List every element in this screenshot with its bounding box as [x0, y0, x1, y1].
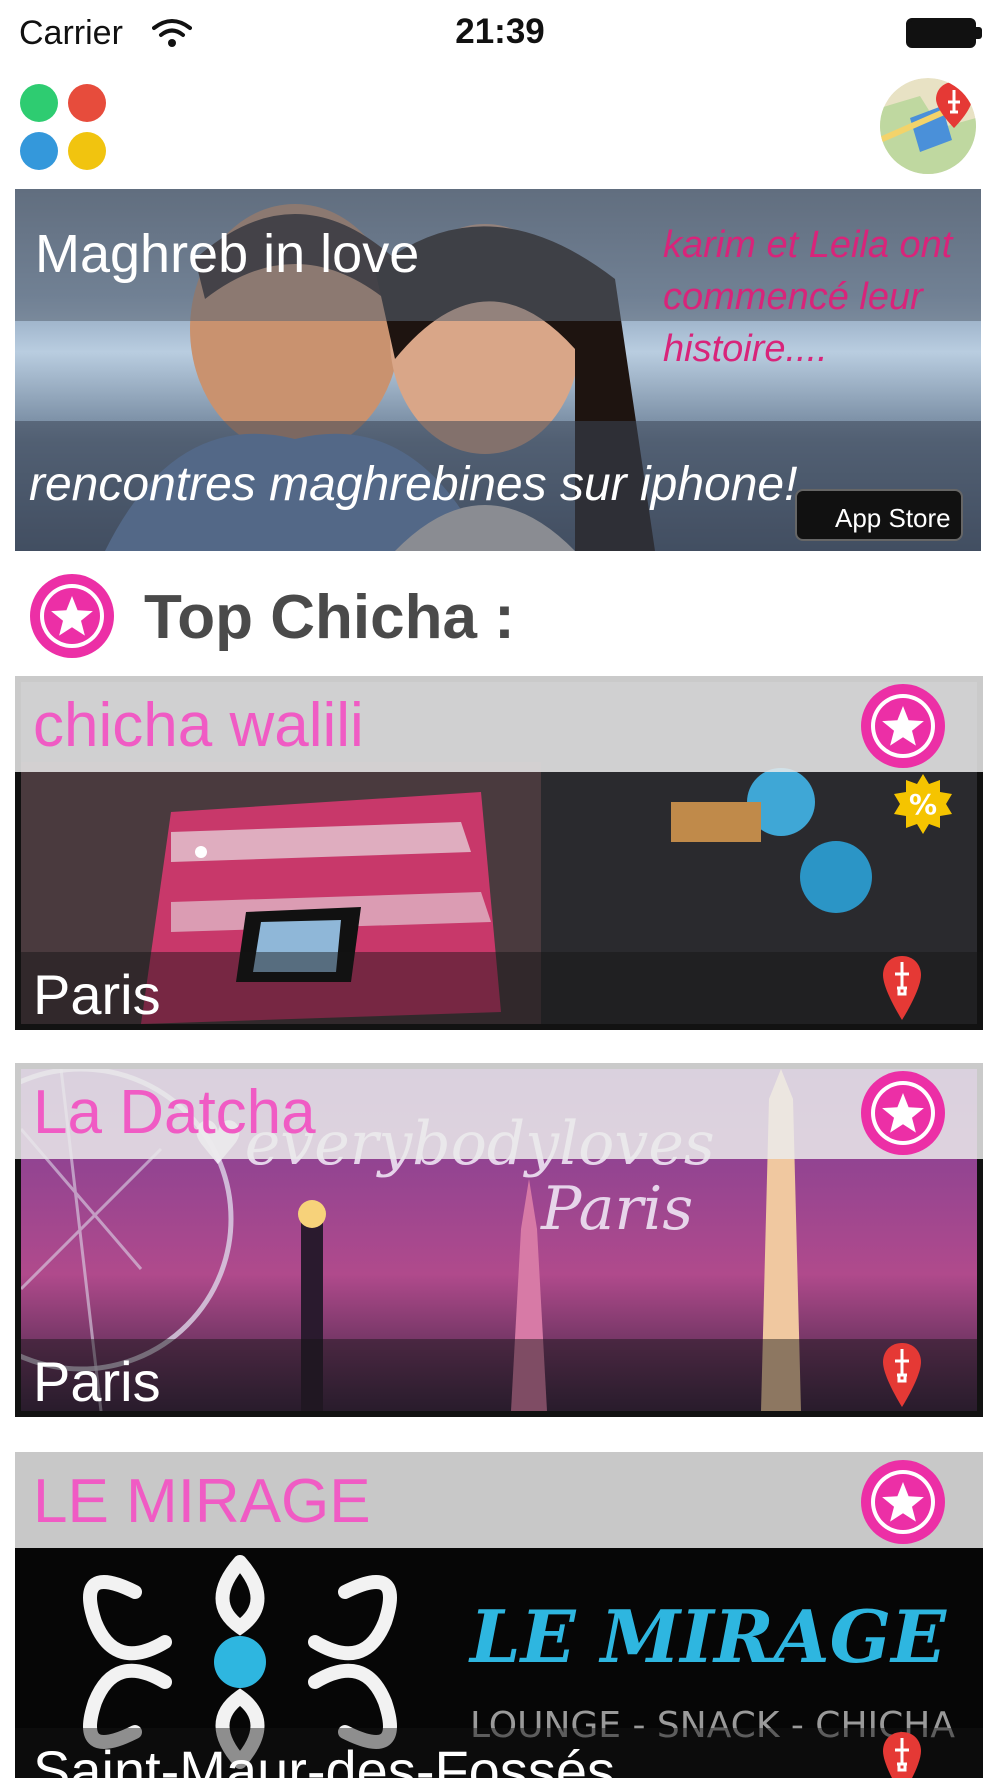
hookah-pin-icon[interactable] [881, 1341, 923, 1409]
venue-card[interactable]: ♥everybodyloves Paris La Datcha Paris [15, 1063, 983, 1417]
venue-city: Saint-Maur-des-Fossés [33, 1739, 615, 1778]
hookah-pin-icon[interactable] [881, 1730, 923, 1778]
dot-blue [20, 132, 58, 170]
status-time: 21:39 [455, 12, 545, 51]
app-store-badge: App Store [795, 489, 963, 541]
venue-card[interactable]: chicha walili % Paris [15, 676, 983, 1030]
dot-red [68, 84, 106, 122]
section-header: Top Chicha : [0, 570, 1000, 660]
svg-text:LE MIRAGE: LE MIRAGE [468, 1594, 947, 1679]
battery-tip [976, 27, 982, 39]
venue-name: chicha walili [33, 691, 364, 760]
four-dots-grid-icon[interactable] [20, 84, 108, 170]
app-store-label: App Store [835, 503, 951, 533]
favorite-star-icon[interactable] [859, 1069, 947, 1157]
venue-name: La Datcha [33, 1078, 316, 1147]
promo-badge-icon: % [894, 774, 952, 834]
banner-tagline: karim et Leila ont commencé leur histoir… [663, 224, 953, 370]
favorite-star-icon[interactable] [859, 682, 947, 770]
map-button[interactable] [880, 78, 976, 174]
venue-city: Paris [33, 1350, 161, 1413]
favorite-star-icon[interactable] [859, 1458, 947, 1546]
svg-text:%: % [909, 788, 937, 821]
dot-yellow [68, 132, 106, 170]
svg-text:Paris: Paris [540, 1174, 693, 1244]
venue-name: LE MIRAGE [33, 1467, 371, 1536]
venue-city: Paris [33, 963, 161, 1026]
banner-subtitle: rencontres maghrebines sur iphone! [29, 458, 798, 511]
venue-card[interactable]: LE MIRAGE LOUNGE - SNACK - CHICHA LE MIR… [15, 1452, 983, 1778]
app-header [0, 66, 1000, 176]
dot-green [20, 84, 58, 122]
hookah-pin-icon[interactable] [881, 954, 923, 1022]
ad-banner[interactable]: Maghreb in love karim et Leila ont comme… [15, 189, 981, 551]
banner-title: Maghreb in love [35, 224, 420, 284]
battery-icon [906, 18, 976, 48]
status-bar: Carrier 21:39 [0, 0, 1000, 66]
section-title: Top Chicha : [144, 583, 515, 652]
star-icon [30, 574, 114, 658]
